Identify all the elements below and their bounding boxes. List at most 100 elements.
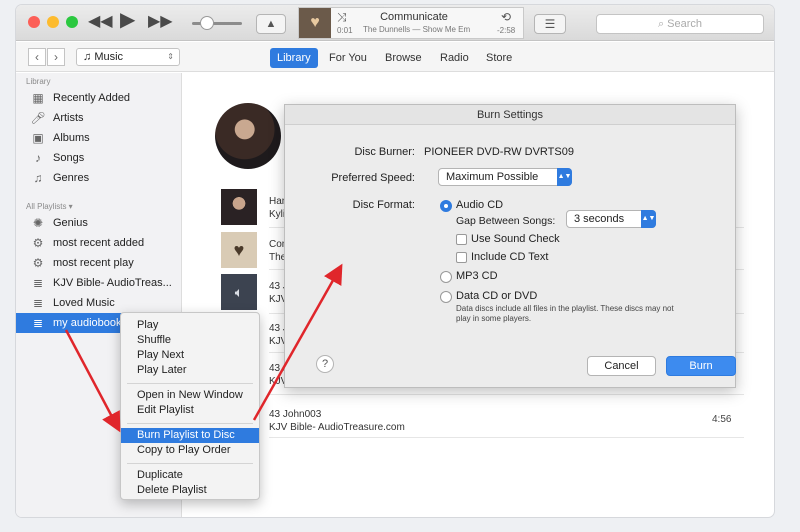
up-next-list-icon[interactable]: ☰ — [534, 14, 566, 34]
volume-knob[interactable] — [200, 16, 214, 30]
search-placeholder: Search — [667, 18, 703, 30]
menu-item-shuffle[interactable]: Shuffle — [121, 333, 259, 348]
media-source-select[interactable]: ♫ Music ⇕ — [76, 48, 180, 66]
sidebar-item-genius[interactable]: ✺ Genius — [16, 213, 182, 233]
tab-radio[interactable]: Radio — [433, 48, 476, 68]
gear-icon: ⚙ — [32, 256, 44, 270]
playlist-icon: ≣ — [32, 316, 44, 330]
library-header: Library — [26, 77, 51, 86]
sidebar-item-artists[interactable]: 🎤︎ Artists — [16, 108, 182, 128]
back-arrow-icon[interactable]: ‹ — [28, 48, 46, 66]
grid-icon: ▦ — [32, 91, 44, 105]
gear-icon: ⚙ — [32, 236, 44, 250]
sidebar-item-kjv-bible[interactable]: ≣ KJV Bible- AudioTreas... — [16, 273, 182, 293]
now-playing-display: ♥ ⤨ Communicate 0:01 The Dunnells — Show… — [298, 7, 524, 39]
sidebar-item-recently-added[interactable]: ▦ Recently Added — [16, 88, 182, 108]
menu-item-copy-play-order[interactable]: Copy to Play Order — [121, 443, 259, 458]
navigation-bar: ‹ › ♫ Music ⇕ Library For You Browse Rad… — [16, 42, 774, 72]
time-remaining: -2:58 — [497, 26, 516, 35]
audio-cd-label: Audio CD — [456, 199, 504, 211]
row-divider — [269, 437, 744, 438]
tab-library[interactable]: Library — [270, 48, 318, 68]
tab-store[interactable]: Store — [479, 48, 519, 68]
playlist-icon: ≣ — [32, 296, 44, 310]
album-icon: ▣ — [32, 131, 44, 145]
cd-text-checkbox[interactable] — [456, 252, 467, 263]
audio-cd-radio[interactable] — [440, 200, 452, 212]
playlists-header[interactable]: All Playlists ▾ — [26, 202, 73, 211]
data-cd-radio[interactable] — [440, 291, 452, 303]
sidebar-item-albums[interactable]: ▣ Albums — [16, 128, 182, 148]
note-icon: ♪ — [35, 151, 41, 165]
play-icon[interactable]: ▶ — [120, 10, 135, 30]
data-disc-note: Data discs include all files in the play… — [456, 304, 674, 323]
sidebar-item-most-recent-added[interactable]: ⚙ most recent added — [16, 233, 182, 253]
sidebar-item-genres[interactable]: ♫ Genres — [16, 168, 182, 188]
time-elapsed: 0:01 — [337, 26, 353, 35]
menu-item-delete-playlist[interactable]: Delete Playlist — [121, 483, 259, 498]
mp3-cd-label: MP3 CD — [456, 270, 498, 282]
sound-check-checkbox[interactable] — [456, 234, 467, 245]
menu-item-edit-playlist[interactable]: Edit Playlist — [121, 403, 259, 418]
close-window-button[interactable] — [28, 16, 40, 28]
menu-separator — [127, 383, 253, 384]
playlist-artwork — [215, 103, 281, 169]
preferred-speed-select[interactable]: Maximum Possible ▲▼ — [438, 168, 572, 186]
genre-icon: ♫ — [33, 171, 43, 185]
repeat-icon[interactable]: ⟲ — [501, 10, 511, 24]
rewind-icon[interactable]: ◀◀ — [88, 12, 113, 32]
stepper-icon: ⇕ — [167, 52, 174, 61]
now-playing-subtitle: The Dunnells — Show Me Em — [363, 25, 471, 34]
playlist-icon: ≣ — [32, 276, 44, 290]
fast-forward-icon[interactable]: ▶▶ — [148, 12, 173, 32]
menu-item-duplicate[interactable]: Duplicate — [121, 468, 259, 483]
help-button[interactable]: ? — [316, 355, 334, 373]
track-artist: KJV Bible- AudioTreasure.com — [269, 422, 405, 433]
menu-item-burn-playlist[interactable]: Burn Playlist to Disc — [121, 428, 259, 443]
now-playing-title: Communicate — [380, 11, 448, 23]
gap-between-songs-value: 3 seconds — [574, 213, 625, 225]
album-art-icon: ♥ — [299, 8, 331, 38]
title-bar: ◀◀ ▶ ▶▶ ▲ ♥ ⤨ Communicate 0:01 The Dunne… — [16, 5, 774, 41]
tab-for-you[interactable]: For You — [322, 48, 374, 68]
menu-separator — [127, 423, 253, 424]
gap-between-songs-label: Gap Between Songs: — [456, 215, 556, 227]
preferred-speed-label: Preferred Speed: — [331, 172, 415, 184]
speaker-art-icon: 🔈︎ — [221, 274, 257, 310]
mp3-cd-radio[interactable] — [440, 271, 452, 283]
track-duration: 4:56 — [712, 414, 732, 425]
row-divider — [269, 394, 744, 395]
media-source-label: Music — [94, 51, 124, 63]
burn-button[interactable]: Burn — [666, 356, 736, 376]
zoom-window-button[interactable] — [66, 16, 78, 28]
disc-format-label: Disc Format: — [352, 199, 415, 211]
cancel-button[interactable]: Cancel — [587, 356, 656, 376]
track-artwork — [221, 189, 257, 225]
menu-item-play-later[interactable]: Play Later — [121, 363, 259, 378]
genius-icon: ✺ — [32, 216, 44, 230]
airplay-icon[interactable]: ▲ — [256, 14, 286, 34]
data-cd-label: Data CD or DVD — [456, 290, 538, 302]
search-input[interactable]: ⌕ Search — [596, 14, 764, 34]
track-title: 43 John003 — [269, 409, 322, 420]
dialog-title: Burn Settings — [285, 105, 735, 125]
forward-arrow-icon[interactable]: › — [47, 48, 65, 66]
sound-check-label: Use Sound Check — [471, 233, 560, 245]
heart-art-icon: ♥ — [221, 232, 257, 268]
sidebar-item-loved-music[interactable]: ≣ Loved Music — [16, 293, 182, 313]
note-icon: ♫ — [83, 51, 95, 63]
search-icon: ⌕ — [657, 18, 668, 30]
menu-item-play[interactable]: Play — [121, 318, 259, 333]
minimize-window-button[interactable] — [47, 16, 59, 28]
sidebar-item-most-recent-play[interactable]: ⚙ most recent play — [16, 253, 182, 273]
menu-item-play-next[interactable]: Play Next — [121, 348, 259, 363]
sidebar-item-songs[interactable]: ♪ Songs — [16, 148, 182, 168]
disc-burner-label: Disc Burner: — [354, 146, 415, 158]
cd-text-label: Include CD Text — [471, 251, 549, 263]
disc-burner-value: PIONEER DVD-RW DVRTS09 — [424, 146, 574, 158]
menu-separator — [127, 463, 253, 464]
menu-item-open-new-window[interactable]: Open in New Window — [121, 388, 259, 403]
popup-arrows-icon: ▲▼ — [557, 168, 572, 186]
tab-browse[interactable]: Browse — [378, 48, 429, 68]
gap-between-songs-select[interactable]: 3 seconds ▲▼ — [566, 210, 656, 228]
